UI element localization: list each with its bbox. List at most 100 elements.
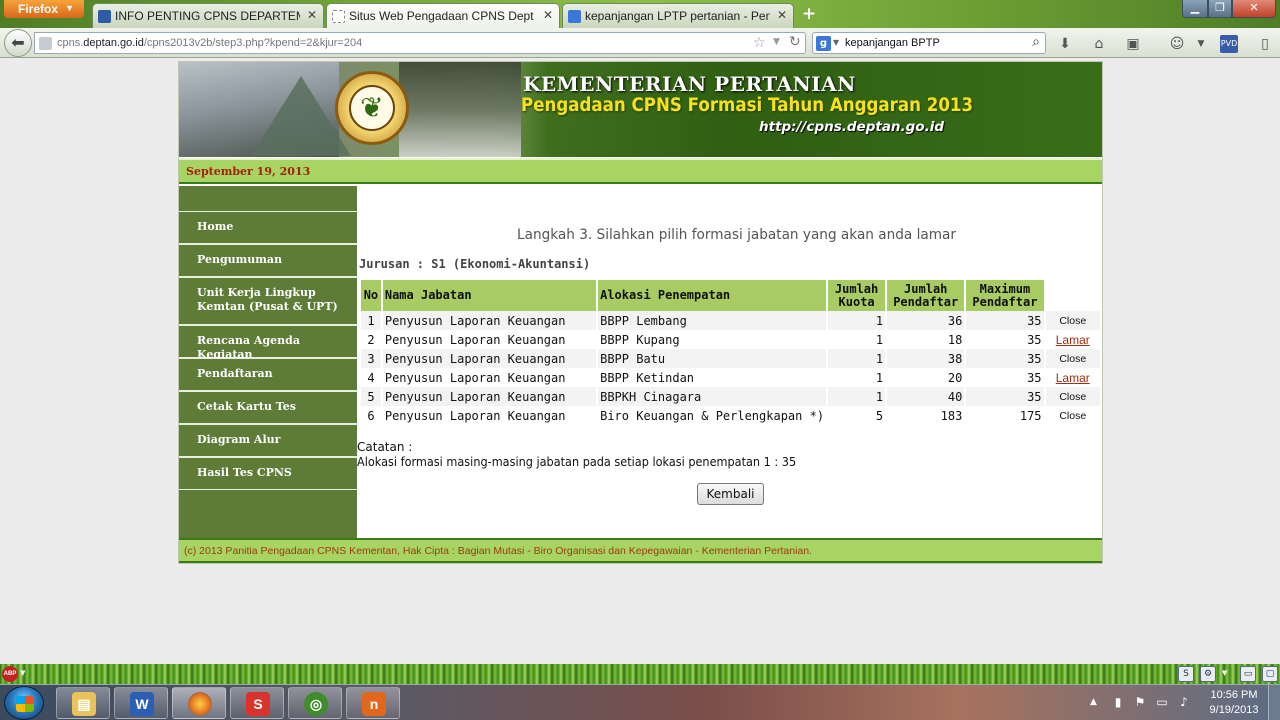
current-date: September 19, 2013 [186, 165, 311, 178]
tab-info-penting[interactable]: INFO PENTING CPNS DEPARTEMEN ... ✕ [92, 3, 324, 28]
sidebar-item-cetak-kartu[interactable]: Cetak Kartu Tes [179, 391, 357, 424]
search-input[interactable]: kepanjangan BPTP [845, 37, 940, 49]
back-button[interactable]: ⬅ [4, 29, 32, 57]
lamar-link[interactable]: Lamar [1056, 371, 1090, 385]
sidebar-item-pendaftaran[interactable]: Pendaftaran [179, 358, 357, 391]
site-container: ❦ KEMENTERIAN PERTANIAN Pengadaan CPNS F… [178, 61, 1103, 564]
column-header-kuota: Jumlah Kuota [828, 280, 886, 311]
table-row: 5 Penyusun Laporan Keuangan BBPKH Cinaga… [361, 387, 1100, 406]
tray-expand-icon[interactable]: ▲ [1090, 697, 1097, 707]
sidebar-item-unit-kerja[interactable]: Unit Kerja Lingkup Kemtan (Pusat & UPT) [179, 277, 357, 325]
chevron-down-icon[interactable]: ▼ [773, 37, 780, 47]
tab-kepanjangan-search[interactable]: kepanjangan LPTP pertanian - Penelu... ✕ [562, 3, 794, 28]
reload-icon[interactable]: ↻ [789, 34, 801, 50]
volume-icon[interactable]: ♪ [1176, 694, 1192, 710]
taskbar-word[interactable]: W [114, 687, 168, 719]
app-green-icon: ◎ [304, 692, 328, 716]
window-minimize-button[interactable]: ▁ [1182, 0, 1208, 18]
addon-bar: ABP ▼ S ⚙ ▼ ▭ ▢ [0, 664, 1280, 684]
close-status: Close [1045, 387, 1100, 406]
taskbar-firefox[interactable] [172, 687, 226, 719]
chevron-down-icon[interactable]: ▼ [1222, 669, 1227, 677]
cell-kuota: 1 [828, 330, 886, 349]
window-close-button[interactable]: ✕ [1232, 0, 1276, 18]
search-bar[interactable]: g ▼ kepanjangan BPTP ⌕ [812, 32, 1046, 54]
word-icon: W [130, 692, 154, 716]
cell-kuota: 1 [828, 387, 886, 406]
table-row: 2 Penyusun Laporan Keuangan BBPP Kupang … [361, 330, 1100, 349]
cell-no: 3 [361, 349, 381, 368]
taskbar-app-red[interactable]: S [230, 687, 284, 719]
kembali-button[interactable]: Kembali [697, 483, 764, 505]
clock-date[interactable]: 9/19/2013 [1206, 704, 1262, 716]
addon-s-icon[interactable]: S [1178, 666, 1194, 682]
sidebar-item-pengumuman[interactable]: Pengumuman [179, 244, 357, 277]
tray-flag-icon[interactable]: ⚑ [1132, 694, 1148, 710]
tray-app-icon[interactable]: ▮ [1110, 694, 1126, 710]
cell-pendaftar: 18 [887, 330, 965, 349]
firefox-menu-button[interactable]: Firefox ▼ [4, 0, 84, 18]
footer-copyright: (c) 2013 Panitia Pengadaan CPNS Kementan… [184, 545, 813, 557]
site-identity-icon [39, 37, 52, 50]
cell-nama-jabatan: Penyusun Laporan Keuangan [382, 406, 597, 425]
cell-nama-jabatan: Penyusun Laporan Keuangan [382, 349, 597, 368]
addon-window-icon[interactable]: ▢ [1262, 666, 1278, 682]
close-icon[interactable]: ✕ [543, 8, 553, 22]
sidebar-item-home[interactable]: Home [179, 211, 357, 244]
close-icon[interactable]: ✕ [307, 8, 317, 22]
windows-logo-icon [16, 696, 34, 712]
addon-chat-icon[interactable]: ▭ [1240, 666, 1256, 682]
cell-pendaftar: 36 [887, 311, 965, 330]
taskbar-app-green[interactable]: ◎ [288, 687, 342, 719]
search-icon[interactable]: ⌕ [1032, 34, 1040, 50]
network-icon[interactable]: ▭ [1154, 694, 1170, 710]
cell-no: 6 [361, 406, 381, 425]
start-button[interactable] [4, 686, 44, 720]
close-status: Close [1045, 406, 1100, 425]
table-row: 4 Penyusun Laporan Keuangan BBPP Ketinda… [361, 368, 1100, 387]
column-header-no: No [361, 280, 381, 311]
window-maximize-button[interactable]: ❐ [1208, 0, 1232, 18]
lamar-link[interactable]: Lamar [1056, 333, 1090, 347]
new-tab-button[interactable]: + [797, 4, 821, 24]
addon-pvd-icon[interactable]: PVD [1220, 35, 1238, 53]
cell-no: 4 [361, 368, 381, 387]
chevron-down-icon[interactable]: ▼ [833, 38, 839, 47]
close-icon[interactable]: ✕ [777, 8, 787, 22]
browser-tab-strip: Firefox ▼ INFO PENTING CPNS DEPARTEMEN ..… [0, 0, 1280, 28]
jurusan-label: Jurusan : S1 (Ekonomi-Akuntansi) [359, 257, 591, 271]
url-bar[interactable]: cpns.deptan.go.id/cpns2013v2b/step3.php?… [34, 32, 806, 54]
sidebar-item-hasil-tes[interactable]: Hasil Tes CPNS [179, 457, 357, 490]
taskbar-explorer[interactable]: ▤ [56, 687, 110, 719]
taskbar-app-orange[interactable]: n [346, 687, 400, 719]
cell-kuota: 1 [828, 368, 886, 387]
adblock-icon[interactable]: ABP [2, 666, 18, 682]
clock-time[interactable]: 10:56 PM [1206, 689, 1262, 701]
chevron-down-icon[interactable]: ▼ [1192, 35, 1210, 53]
bookmarks-icon[interactable]: ▣ [1124, 35, 1142, 53]
addon-monkey-icon[interactable]: ☺ [1168, 35, 1186, 53]
search-engine-icon[interactable]: g [816, 36, 831, 51]
table-row: 1 Penyusun Laporan Keuangan BBPP Lembang… [361, 311, 1100, 330]
chevron-down-icon[interactable]: ▼ [20, 669, 25, 677]
site-banner: ❦ KEMENTERIAN PERTANIAN Pengadaan CPNS F… [179, 62, 1102, 157]
show-desktop-button[interactable] [1268, 685, 1280, 720]
tab-situs-web-pengadaan[interactable]: Situs Web Pengadaan CPNS Deptan F... ✕ [326, 3, 560, 28]
sidebar-item-rencana-agenda[interactable]: Rencana Agenda Kegiatan [179, 325, 357, 361]
column-header-pendaftar: Jumlah Pendaftar [887, 280, 965, 311]
url-domain: deptan.go.id [83, 37, 144, 49]
cell-nama-jabatan: Penyusun Laporan Keuangan [382, 368, 597, 387]
bookmark-star-icon[interactable]: ☆ [753, 35, 766, 51]
column-header-max-pendaftar: Maximum Pendaftar [966, 280, 1044, 311]
table-row: 6 Penyusun Laporan Keuangan Biro Keuanga… [361, 406, 1100, 425]
addon-counter-icon[interactable]: ▯ [1256, 35, 1274, 53]
home-icon[interactable]: ⌂ [1090, 35, 1108, 53]
cell-pendaftar: 38 [887, 349, 965, 368]
url-prefix: cpns. [57, 37, 84, 49]
url-text[interactable]: cpns.deptan.go.id/cpns2013v2b/step3.php?… [57, 37, 362, 49]
column-header-nama-jabatan: Nama Jabatan [382, 280, 597, 311]
downloads-icon[interactable]: ⬇ [1056, 35, 1074, 53]
sidebar-item-diagram-alur[interactable]: Diagram Alur [179, 424, 357, 457]
date-bar: September 19, 2013 [179, 158, 1102, 184]
addon-tool-icon[interactable]: ⚙ [1200, 666, 1216, 682]
